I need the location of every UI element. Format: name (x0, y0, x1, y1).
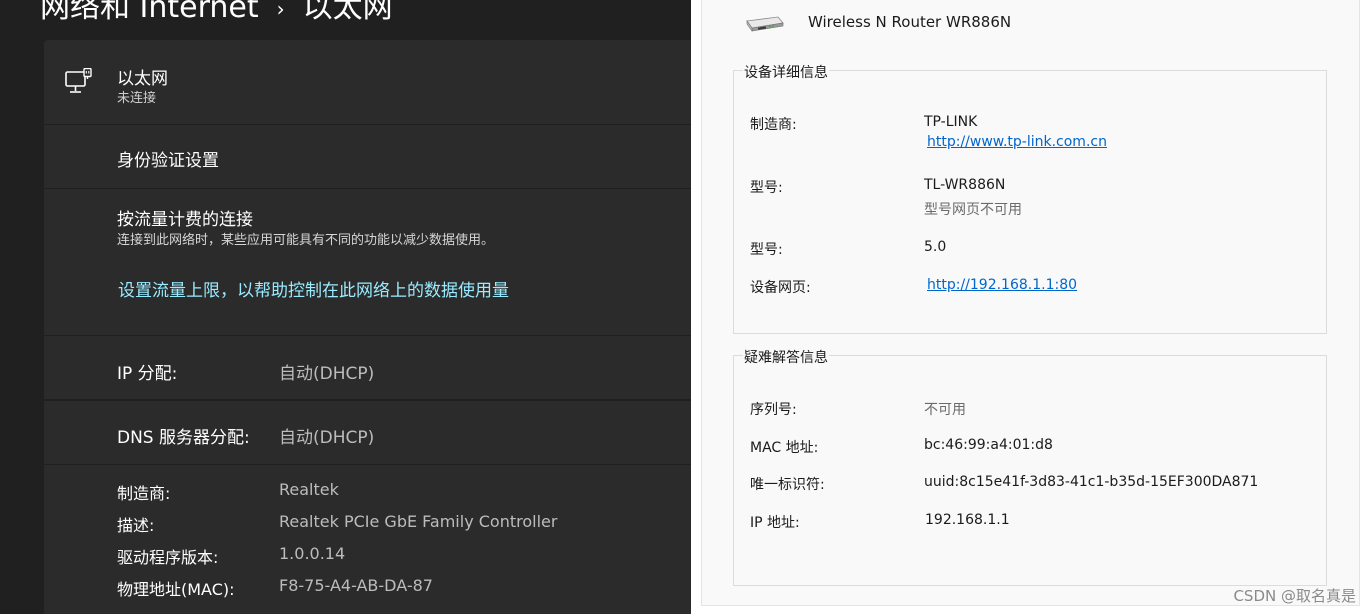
dns-assignment-row: DNS 服务器分配: 自动(DHCP) (44, 401, 691, 464)
ip-address-value: 192.168.1.1 (925, 512, 1010, 528)
breadcrumb-parent[interactable]: 网络和 Internet (40, 0, 259, 25)
ip-address-label: IP 地址: (750, 515, 800, 531)
ethernet-status: 未连接 (117, 91, 157, 106)
adapter-properties-card: 制造商: Realtek 描述: Realtek PCIe GbE Family… (44, 465, 691, 614)
model-label: 型号: (750, 180, 783, 196)
metered-connection-card: 按流量计费的连接 连接到此网络时，某些应用可能具有不同的功能以减少数据使用。 设… (44, 189, 691, 335)
router-icon (746, 16, 784, 32)
manufacturer-value: TP-LINK (924, 114, 978, 130)
monitor-ethernet-icon (65, 68, 92, 93)
ip-assignment-label: IP 分配: (117, 364, 178, 384)
dns-assignment-value: 自动(DHCP) (279, 428, 375, 448)
property-value: Realtek PCIe GbE Family Controller (279, 512, 558, 531)
dns-assignment-label: DNS 服务器分配: (117, 428, 250, 448)
troubleshooting-group: 疑难解答信息 序列号: 不可用 MAC 地址: bc:46:99:a4:01:d… (733, 347, 1327, 586)
watermark: CSDN @取名真是 (1233, 587, 1356, 605)
property-label: 物理地址(MAC): (117, 580, 235, 599)
property-label: 驱动程序版本: (117, 548, 219, 567)
manufacturer-url-link[interactable]: http://www.tp-link.com.cn (927, 134, 1107, 150)
mac-address-value: bc:46:99:a4:01:d8 (924, 437, 1053, 453)
ethernet-title: 以太网 (117, 69, 168, 89)
troubleshooting-legend: 疑难解答信息 (743, 347, 829, 367)
property-label: 描述: (117, 516, 155, 535)
page-breadcrumb: 网络和 Internet › 以太网 (40, 0, 393, 26)
dialog-content: Wireless N Router WR886N 设备详细信息 制造商: TP-… (701, 0, 1360, 606)
metered-connection-description: 连接到此网络时，某些应用可能具有不同的功能以减少数据使用。 (117, 233, 495, 248)
model-page-unavailable: 型号网页不可用 (924, 202, 1022, 218)
device-details-group: 设备详细信息 制造商: TP-LINK http://www.tp-link.c… (733, 62, 1327, 334)
device-details-legend: 设备详细信息 (743, 62, 829, 82)
device-properties-dialog: Wireless N Router WR886N 设备详细信息 制造商: TP-… (691, 0, 1370, 614)
ip-assignment-row: IP 分配: 自动(DHCP) (44, 336, 691, 399)
model-number-value: 5.0 (924, 239, 947, 255)
settings-panel: 网络和 Internet › 以太网 以太网 未连接 身份验证设置 按流量计费的连接… (0, 0, 691, 614)
unique-id-value: uuid:8c15e41f-3d83-41c1-b35d-15EF300DA87… (924, 474, 1259, 490)
auth-settings-row[interactable]: 身份验证设置 (44, 125, 691, 188)
device-webpage-link[interactable]: http://192.168.1.1:80 (927, 277, 1077, 293)
mac-address-label: MAC 地址: (750, 440, 819, 456)
model-value: TL-WR886N (924, 177, 1006, 193)
property-label: 制造商: (117, 484, 171, 503)
property-value: 1.0.0.14 (279, 544, 346, 563)
manufacturer-label: 制造商: (750, 117, 797, 133)
auth-settings-label: 身份验证设置 (117, 151, 219, 171)
unique-id-label: 唯一标识符: (750, 477, 825, 493)
metered-connection-label: 按流量计费的连接 (117, 210, 253, 230)
serial-number-value: 不可用 (924, 402, 966, 418)
property-value: F8-75-A4-AB-DA-87 (279, 576, 433, 595)
breadcrumb-separator-icon: › (276, 0, 285, 21)
ethernet-card: 以太网 未连接 (44, 40, 691, 124)
property-value: Realtek (279, 480, 339, 499)
ip-assignment-value: 自动(DHCP) (279, 364, 375, 384)
device-name: Wireless N Router WR886N (808, 13, 1012, 31)
serial-number-label: 序列号: (750, 402, 797, 418)
breadcrumb-current: 以太网 (302, 0, 393, 25)
data-limit-link[interactable]: 设置流量上限，以帮助控制在此网络上的数据使用量 (118, 276, 509, 301)
model-number-label: 型号: (750, 242, 783, 258)
device-webpage-label: 设备网页: (750, 280, 811, 296)
